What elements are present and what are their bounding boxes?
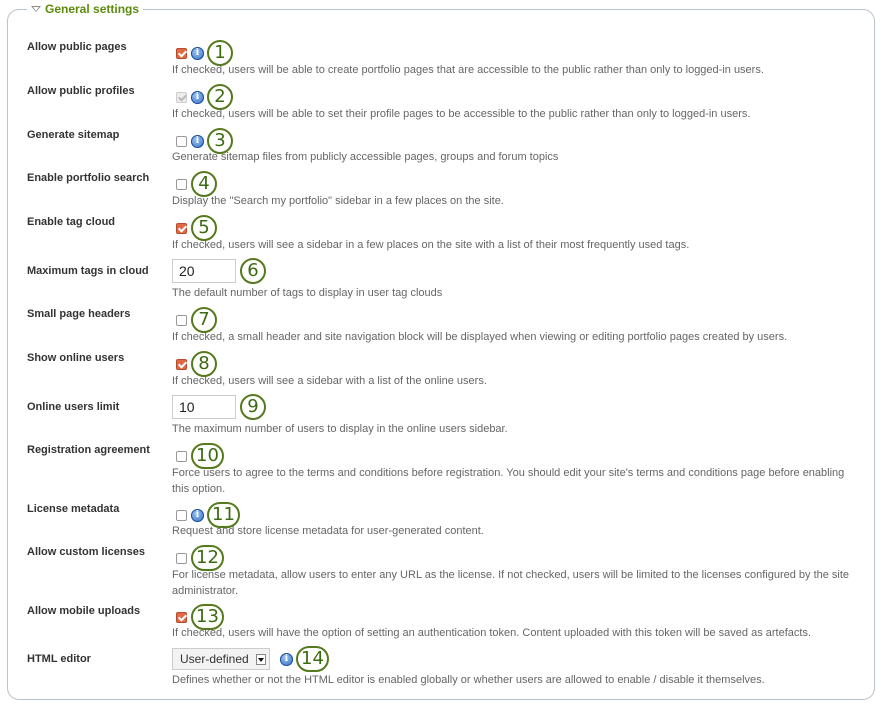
setting-description-html-editor: Defines whether or not the HTML editor i… [172,674,765,686]
info-icon[interactable]: i [191,90,204,104]
html-editor-select[interactable]: User-defined [172,648,270,670]
callout-number: 14 [296,646,329,672]
setting-label-maximum-tags-in-cloud: Maximum tags in cloud [27,265,149,277]
collapse-triangle-icon[interactable] [31,6,41,12]
setting-description-registration-agreement: Force users to agree to the terms and co… [172,467,845,495]
setting-label-registration-agreement: Registration agreement [27,444,150,456]
setting-description-allow-mobile-uploads: If checked, users will have the option o… [172,627,811,639]
enable-portfolio-search-checkbox[interactable] [176,178,187,190]
dropdown-arrow-icon[interactable] [256,653,266,665]
allow-public-pages-checkbox[interactable] [176,47,187,59]
allow-custom-licenses-checkbox[interactable] [176,552,187,564]
setting-control-online-users-limit: 10 9 [172,394,266,420]
setting-label-license-metadata: License metadata [27,503,120,515]
callout-number: 9 [240,394,266,420]
setting-control-html-editor: User-defined i 14 [172,646,329,672]
setting-label-generate-sitemap: Generate sitemap [27,129,120,141]
setting-description-generate-sitemap: Generate sitemap files from publicly acc… [172,151,559,163]
setting-label-allow-public-profiles: Allow public profiles [27,85,135,97]
setting-label-enable-portfolio-search: Enable portfolio search [27,172,150,184]
setting-label-allow-mobile-uploads: Allow mobile uploads [27,605,141,617]
setting-description-license-metadata: Request and store license metadata for u… [172,525,484,537]
allow-public-profiles-checkbox [176,91,187,103]
enable-tag-cloud-checkbox[interactable] [176,222,187,234]
registration-agreement-checkbox[interactable] [176,450,187,462]
maximum-tags-in-cloud-input[interactable]: 20 [172,259,236,283]
info-icon[interactable]: i [191,508,204,522]
setting-label-small-page-headers: Small page headers [27,308,131,320]
setting-label-show-online-users: Show online users [27,352,125,364]
setting-description-enable-portfolio-search: Display the "Search my portfolio" sideba… [172,195,504,207]
setting-description-allow-custom-licenses: For license metadata, allow users to ent… [172,569,850,597]
section-legend[interactable]: General settings [27,1,144,17]
setting-label-html-editor: HTML editor [27,653,91,665]
setting-description-allow-public-profiles: If checked, users will be able to set th… [172,108,751,120]
info-icon[interactable]: i [191,134,204,148]
allow-mobile-uploads-checkbox[interactable] [176,611,187,623]
setting-description-enable-tag-cloud: If checked, users will see a sidebar in … [172,239,690,251]
info-icon[interactable]: i [191,46,204,60]
setting-description-allow-public-pages: If checked, users will be able to create… [172,64,764,76]
setting-description-maximum-tags-in-cloud: The default number of tags to display in… [172,287,443,299]
small-page-headers-checkbox[interactable] [176,314,187,326]
setting-description-show-online-users: If checked, users will see a sidebar wit… [172,375,487,387]
setting-label-enable-tag-cloud: Enable tag cloud [27,216,116,228]
setting-label-allow-public-pages: Allow public pages [27,41,127,53]
info-icon[interactable]: i [280,652,293,666]
online-users-limit-input[interactable]: 10 [172,395,236,419]
callout-number: 6 [240,258,266,284]
setting-label-online-users-limit: Online users limit [27,401,120,413]
license-metadata-checkbox[interactable] [176,509,187,521]
setting-label-allow-custom-licenses: Allow custom licenses [27,546,145,558]
setting-description-online-users-limit: The maximum number of users to display i… [172,423,508,435]
select-value: User-defined [180,652,249,666]
section-title: General settings [45,2,140,16]
setting-control-maximum-tags-in-cloud: 20 6 [172,258,266,284]
generate-sitemap-checkbox[interactable] [176,135,187,147]
setting-description-small-page-headers: If checked, a small header and site navi… [172,331,788,343]
show-online-users-checkbox[interactable] [176,358,187,370]
